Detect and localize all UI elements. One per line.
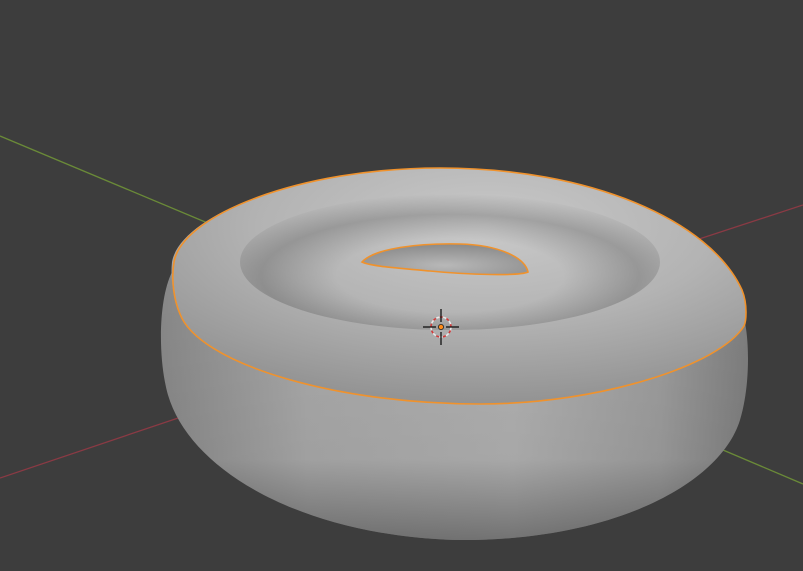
torus-object[interactable] bbox=[160, 167, 749, 541]
3d-viewport[interactable] bbox=[0, 0, 803, 571]
viewport-canvas[interactable] bbox=[0, 0, 803, 571]
x-axis-line-front bbox=[0, 409, 203, 479]
y-axis-line bbox=[0, 135, 211, 225]
x-axis-line bbox=[689, 204, 803, 243]
